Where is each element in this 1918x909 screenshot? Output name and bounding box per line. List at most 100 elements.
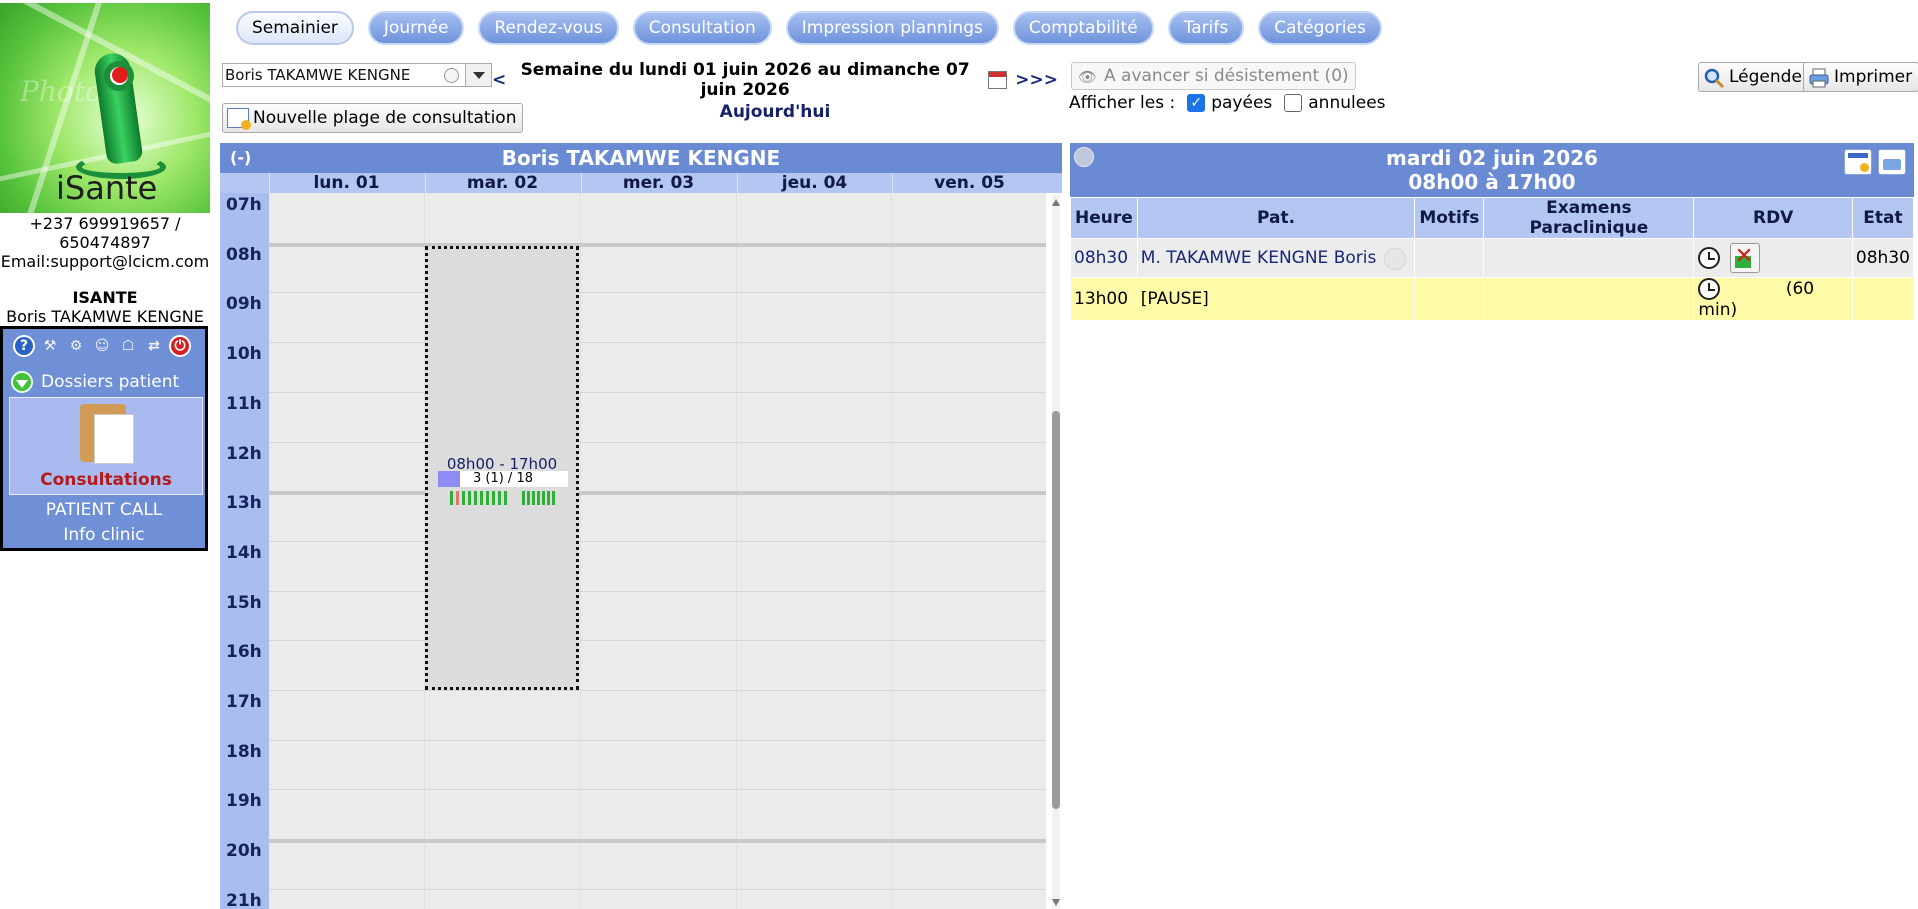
planner-scrollbar[interactable] (1052, 195, 1060, 909)
chevron-down-icon[interactable] (465, 64, 491, 86)
tab-journee[interactable]: Journée (367, 11, 465, 45)
hour-label: 20h (226, 841, 262, 861)
contact-info: +237 699919657 / 650474897 Email:support… (0, 214, 210, 271)
praticien-select[interactable]: Boris TAKAMWE KENGNE (222, 63, 492, 87)
hour-label: 19h (226, 791, 262, 811)
info-clinic-link[interactable]: Info clinic (3, 525, 205, 545)
print-button[interactable]: Imprimer (1803, 62, 1918, 92)
main-tabs: Semainier Journée Rendez-vous Consultati… (236, 11, 1382, 45)
patient-call-link[interactable]: PATIENT CALL (3, 500, 205, 520)
legend-button[interactable]: Légende (1698, 62, 1809, 92)
lock-icon[interactable]: ☖ (117, 335, 139, 357)
slot-bar (474, 491, 477, 505)
switch-icon[interactable]: ⇄ (143, 335, 165, 357)
hour-row-divider (269, 690, 1046, 691)
payees-checkbox[interactable]: ✓ (1187, 94, 1206, 112)
consultation-slot[interactable]: 08h00 - 17h00 3 (1) / 18 (425, 246, 579, 690)
tab-categories[interactable]: Catégories (1258, 11, 1382, 45)
column-divider (736, 193, 737, 909)
section-dossiers-patient[interactable]: Dossiers patient (11, 371, 179, 393)
cell-rdv: (60 min) (1693, 277, 1853, 321)
slot-bars (450, 491, 560, 505)
day-header: ven. 05 (892, 173, 1046, 193)
isante-logo: Photos iSante (0, 3, 210, 213)
appointment-time-link[interactable]: 08h30 (1074, 248, 1128, 268)
calendar-icon[interactable] (988, 71, 1008, 89)
col-header-patient: Pat. (1136, 197, 1416, 239)
scroll-down-arrow[interactable] (1052, 899, 1060, 906)
tab-tarifs[interactable]: Tarifs (1167, 11, 1245, 45)
clock-icon[interactable] (1698, 247, 1721, 269)
calendar-add-icon[interactable] (1844, 149, 1872, 175)
tab-semainier[interactable]: Semainier (236, 11, 354, 45)
cell-rdv: ✕ (1693, 238, 1853, 278)
table-row[interactable]: 08h30 M. TAKAMWE KENGNE Boris ✕ 08h30 (1070, 238, 1915, 278)
display-filters: Afficher les : ✓ payées annulees (1069, 93, 1386, 113)
today-link[interactable]: Aujourd'hui (492, 102, 1058, 122)
col-header-motifs: Motifs (1414, 197, 1485, 239)
tab-comptabilite[interactable]: Comptabilité (1012, 11, 1154, 45)
planner-grid: 07h 08h 09h 10h 11h 12h 13h 14h 15h 16h 17h 18h 19h 2… (220, 193, 1046, 909)
settings-icon[interactable]: ⚒ (39, 335, 61, 357)
status-circle-icon[interactable] (1074, 147, 1094, 167)
tools-icon[interactable]: ⚙ (65, 335, 87, 357)
hour-row-divider (269, 591, 1046, 592)
hour-row-divider (269, 442, 1046, 443)
hour-label: 11h (226, 394, 262, 414)
column-divider (580, 193, 581, 909)
tab-rendez-vous[interactable]: Rendez-vous (478, 11, 619, 45)
slot-bar (532, 491, 535, 505)
praticien-radio[interactable] (444, 68, 459, 83)
tab-impression-plannings[interactable]: Impression plannings (785, 11, 999, 45)
scroll-up-arrow[interactable] (1052, 199, 1060, 206)
hour-row-divider (269, 392, 1046, 393)
new-slot-button[interactable]: Nouvelle plage de consultation (222, 103, 524, 133)
printer-icon[interactable] (1878, 149, 1906, 175)
cancel-appointment-icon[interactable]: ✕ (1729, 243, 1760, 273)
user-icon[interactable]: ☺ (91, 335, 113, 357)
hour-row-divider (269, 789, 1046, 790)
avancer-label: A avancer si désistement (0) (1104, 66, 1349, 86)
patient-name-link[interactable]: M. TAKAMWE KENGNE Boris (1141, 248, 1377, 268)
slot-bar (480, 491, 483, 505)
clock-icon[interactable] (1698, 278, 1721, 300)
praticien-selected: Boris TAKAMWE KENGNE (225, 66, 411, 84)
magnifier-icon (1704, 68, 1725, 89)
hour-row-divider (269, 541, 1046, 542)
annulees-checkbox[interactable] (1284, 94, 1303, 112)
appointments-table: Heure Pat. Motifs Examens Paraclinique R… (1070, 197, 1915, 321)
hour-label: 18h (226, 742, 262, 762)
print-label: Imprimer (1834, 67, 1913, 87)
day-panel-header: mardi 02 juin 2026 08h00 à 17h00 (1070, 143, 1914, 197)
tab-consultation[interactable]: Consultation (632, 11, 772, 45)
slot-bar (527, 491, 530, 505)
collapse-toggle[interactable]: (-) (230, 143, 251, 173)
consultations-label: Consultations (40, 470, 172, 490)
day-header: lun. 01 (269, 173, 423, 193)
hour-row-divider (269, 889, 1046, 890)
consultations-menu-item[interactable]: Consultations (9, 397, 203, 495)
binoculars-icon: 👁 (1078, 68, 1098, 86)
power-icon[interactable]: ⏻ (169, 335, 191, 357)
next-week-link[interactable]: >>> (1015, 70, 1058, 90)
table-row[interactable]: 13h00 [PAUSE] (60 min) (1070, 277, 1915, 321)
day-header: jeu. 04 (737, 173, 891, 193)
logo-pin-dot (112, 67, 128, 83)
cell-patient[interactable]: M. TAKAMWE KENGNE Boris (1136, 238, 1416, 278)
cell-heure[interactable]: 08h30 (1070, 238, 1138, 278)
avancer-desistement-button[interactable]: 👁 A avancer si désistement (0) (1071, 62, 1356, 90)
hour-label: 16h (226, 642, 262, 662)
pause-time: 13h00 (1074, 289, 1129, 309)
planner-cells[interactable] (269, 193, 1046, 909)
scroll-thumb[interactable] (1052, 411, 1060, 809)
slot-bar (492, 491, 495, 505)
planner-header: (-) Boris TAKAMWE KENGNE (220, 143, 1062, 173)
prev-week-link[interactable]: < (492, 70, 506, 90)
column-divider (891, 193, 892, 909)
slot-bar (542, 491, 545, 505)
hour-label: 09h (226, 294, 262, 314)
help-icon[interactable]: ? (13, 335, 35, 357)
slot-bar (456, 491, 459, 505)
col-header-rdv: RDV (1693, 197, 1853, 239)
patient-status-icon[interactable] (1384, 248, 1407, 270)
